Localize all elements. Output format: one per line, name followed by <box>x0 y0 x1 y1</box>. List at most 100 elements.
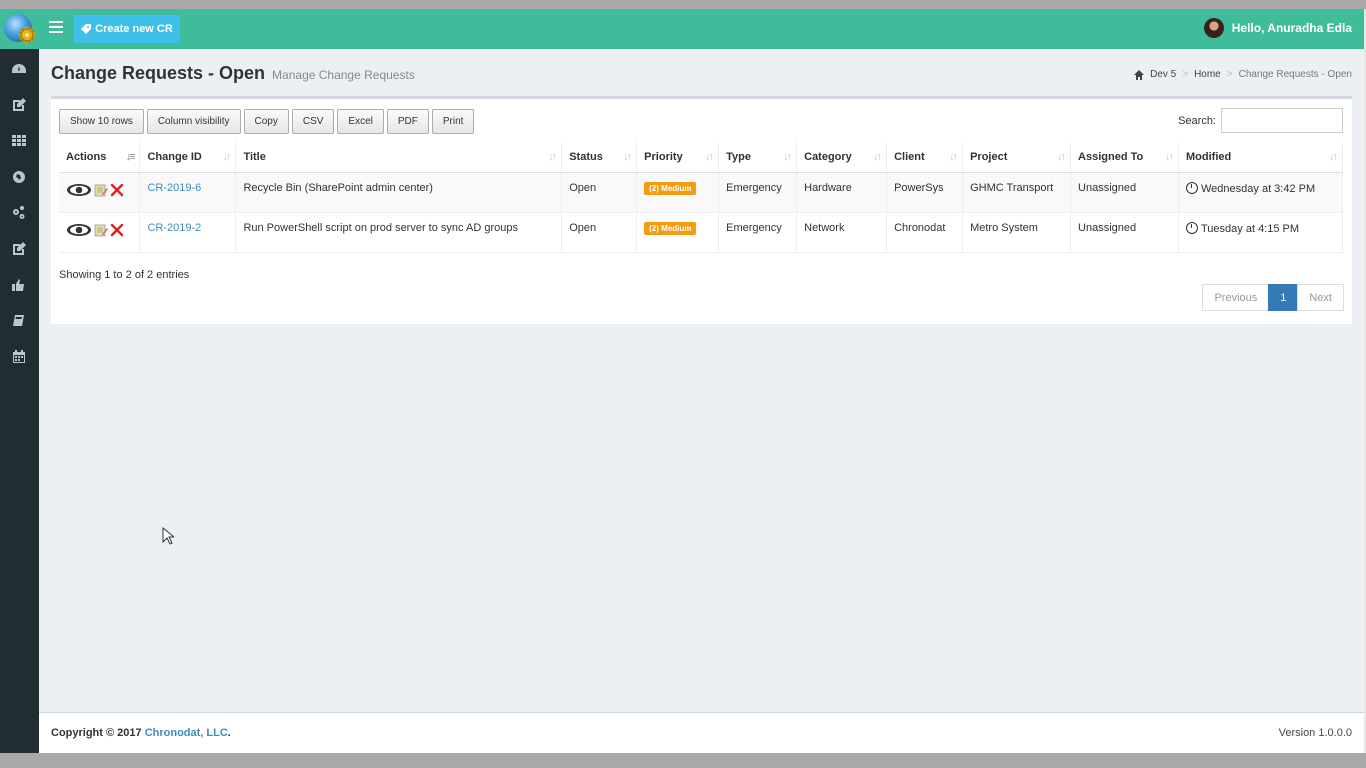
thumbs-up-icon[interactable] <box>11 277 27 293</box>
col-header-modified[interactable]: Modified ↓↑ <box>1178 142 1343 173</box>
csv-button[interactable]: CSV <box>291 109 335 134</box>
pdf-button[interactable]: PDF <box>386 109 429 134</box>
breadcrumb-separator: > <box>1226 69 1233 80</box>
priority-cell: (2) Medium <box>636 212 720 253</box>
edit-note-icon[interactable] <box>94 223 108 237</box>
dashboard-icon[interactable] <box>11 61 27 77</box>
sort-asc-icon: ↓≡ <box>125 151 136 163</box>
col-header-label: Type <box>726 150 751 163</box>
search-label: Search: <box>1178 114 1216 127</box>
sort-icon: ↓↑ <box>222 151 231 163</box>
pagination-previous[interactable]: Previous <box>1202 284 1270 311</box>
company-link[interactable]: Chronodat, LLC <box>145 727 228 739</box>
create-cr-button[interactable]: Create new CR <box>74 15 180 43</box>
col-header-label: Client <box>894 150 925 163</box>
col-header-label: Project <box>970 150 1008 163</box>
window-frame-bottom <box>0 753 1366 768</box>
priority-cell: (2) Medium <box>636 172 720 213</box>
sort-icon: ↓↑ <box>623 151 632 163</box>
col-header-category[interactable]: Category ↓↑ <box>796 142 888 173</box>
breadcrumb-home[interactable]: Home <box>1194 69 1221 80</box>
page-title-text: Change Requests - Open <box>51 63 266 83</box>
user-greeting: Hello, Anuradha Edla <box>1231 21 1352 35</box>
sort-icon: ↓↑ <box>1057 151 1066 163</box>
page-title: Change Requests - Open Manage Change Req… <box>51 63 415 84</box>
print-button[interactable]: Print <box>431 109 475 134</box>
excel-button[interactable]: Excel <box>337 109 384 134</box>
col-header-label: Actions <box>66 150 107 163</box>
calendar-icon[interactable] <box>11 349 27 365</box>
col-header-assigned-to[interactable]: Assigned To ↓↑ <box>1070 142 1179 173</box>
view-eye-icon[interactable] <box>66 223 92 237</box>
copyright-text: Copyright © 2017 <box>51 727 145 739</box>
col-header-type[interactable]: Type ↓↑ <box>718 142 798 173</box>
delete-x-icon[interactable] <box>110 183 124 197</box>
modified-text: Wednesday at 3:42 PM <box>1201 182 1316 195</box>
status-cell: Open <box>561 172 638 213</box>
mouse-cursor-icon <box>162 527 174 545</box>
column-visibility-button[interactable]: Column visibility <box>146 109 241 134</box>
type-cell: Emergency <box>718 172 798 213</box>
col-header-title[interactable]: Title ↓↑ <box>235 142 563 173</box>
breadcrumb-dev[interactable]: Dev 5 <box>1150 69 1176 80</box>
main-content: Change Requests - Open Manage Change Req… <box>39 49 1364 712</box>
col-header-label: Status <box>569 150 603 163</box>
version-text: Version 1.0.0.0 <box>1278 727 1352 739</box>
title-cell: Recycle Bin (SharePoint admin center) <box>235 172 563 213</box>
copyright: Copyright © 2017 Chronodat, LLC. <box>51 727 231 739</box>
pagination-next[interactable]: Next <box>1297 284 1344 311</box>
sort-icon: ↓↑ <box>705 151 714 163</box>
show-rows-button[interactable]: Show 10 rows <box>59 109 144 134</box>
modified-text: Tuesday at 4:15 PM <box>1201 222 1300 235</box>
user-menu[interactable]: Hello, Anuradha Edla <box>1203 18 1352 38</box>
col-header-label: Title <box>243 150 266 163</box>
table-toolbar: Show 10 rows Column visibility Copy CSV … <box>59 109 475 134</box>
table-row: CR-2019-6 Recycle Bin (SharePoint admin … <box>59 172 1343 213</box>
pagination-page-1[interactable]: 1 <box>1268 284 1299 311</box>
grid-icon[interactable] <box>11 133 27 149</box>
title-cell: Run PowerShell script on prod server to … <box>235 212 563 253</box>
app-logo[interactable] <box>0 9 39 49</box>
col-header-actions[interactable]: Actions ↓≡ <box>59 142 141 173</box>
copy-button[interactable]: Copy <box>243 109 289 134</box>
priority-badge: (2) Medium <box>644 221 697 235</box>
globe-icon[interactable] <box>11 169 27 185</box>
col-header-label: Change ID <box>147 150 202 163</box>
view-eye-icon[interactable] <box>66 183 92 197</box>
col-header-change-id[interactable]: Change ID ↓↑ <box>139 142 237 173</box>
client-cell: Chronodat <box>886 212 964 253</box>
category-cell: Hardware <box>796 172 888 213</box>
col-header-label: Priority <box>644 150 683 163</box>
home-icon <box>1134 69 1145 80</box>
sort-icon: ↓↑ <box>949 151 958 163</box>
search-input[interactable] <box>1221 108 1343 133</box>
table-row: CR-2019-2 Run PowerShell script on prod … <box>59 212 1343 253</box>
table-header-row: Actions ↓≡ Change ID ↓↑ Title ↓↑ Status ↓↑ P… <box>59 142 1343 173</box>
change-id-link[interactable]: CR-2019-2 <box>147 222 201 234</box>
col-header-priority[interactable]: Priority ↓↑ <box>636 142 720 173</box>
col-header-status[interactable]: Status ↓↑ <box>561 142 638 173</box>
actions-cell <box>59 212 141 253</box>
col-header-label: Assigned To <box>1078 150 1144 163</box>
sidebar <box>0 9 39 753</box>
edit-note-icon[interactable] <box>94 183 108 197</box>
col-header-client[interactable]: Client ↓↑ <box>886 142 964 173</box>
breadcrumb-current: Change Requests - Open <box>1238 69 1352 80</box>
copyright-period: . <box>227 727 231 739</box>
category-cell: Network <box>796 212 888 253</box>
col-header-project[interactable]: Project ↓↑ <box>962 142 1072 173</box>
gear-logo-icon <box>19 27 35 43</box>
sort-icon: ↓↑ <box>783 151 792 163</box>
search-box: Search: <box>1178 108 1343 133</box>
col-header-label: Modified <box>1186 150 1232 163</box>
edit-icon[interactable] <box>11 97 27 113</box>
menu-toggle-icon[interactable] <box>49 21 63 35</box>
actions-cell <box>59 172 141 213</box>
status-cell: Open <box>561 212 638 253</box>
type-cell: Emergency <box>718 212 798 253</box>
cogs-icon[interactable] <box>11 205 27 221</box>
delete-x-icon[interactable] <box>110 223 124 237</box>
book-icon[interactable] <box>11 313 27 329</box>
change-id-link[interactable]: CR-2019-6 <box>147 182 201 194</box>
edit-icon[interactable] <box>11 241 27 257</box>
